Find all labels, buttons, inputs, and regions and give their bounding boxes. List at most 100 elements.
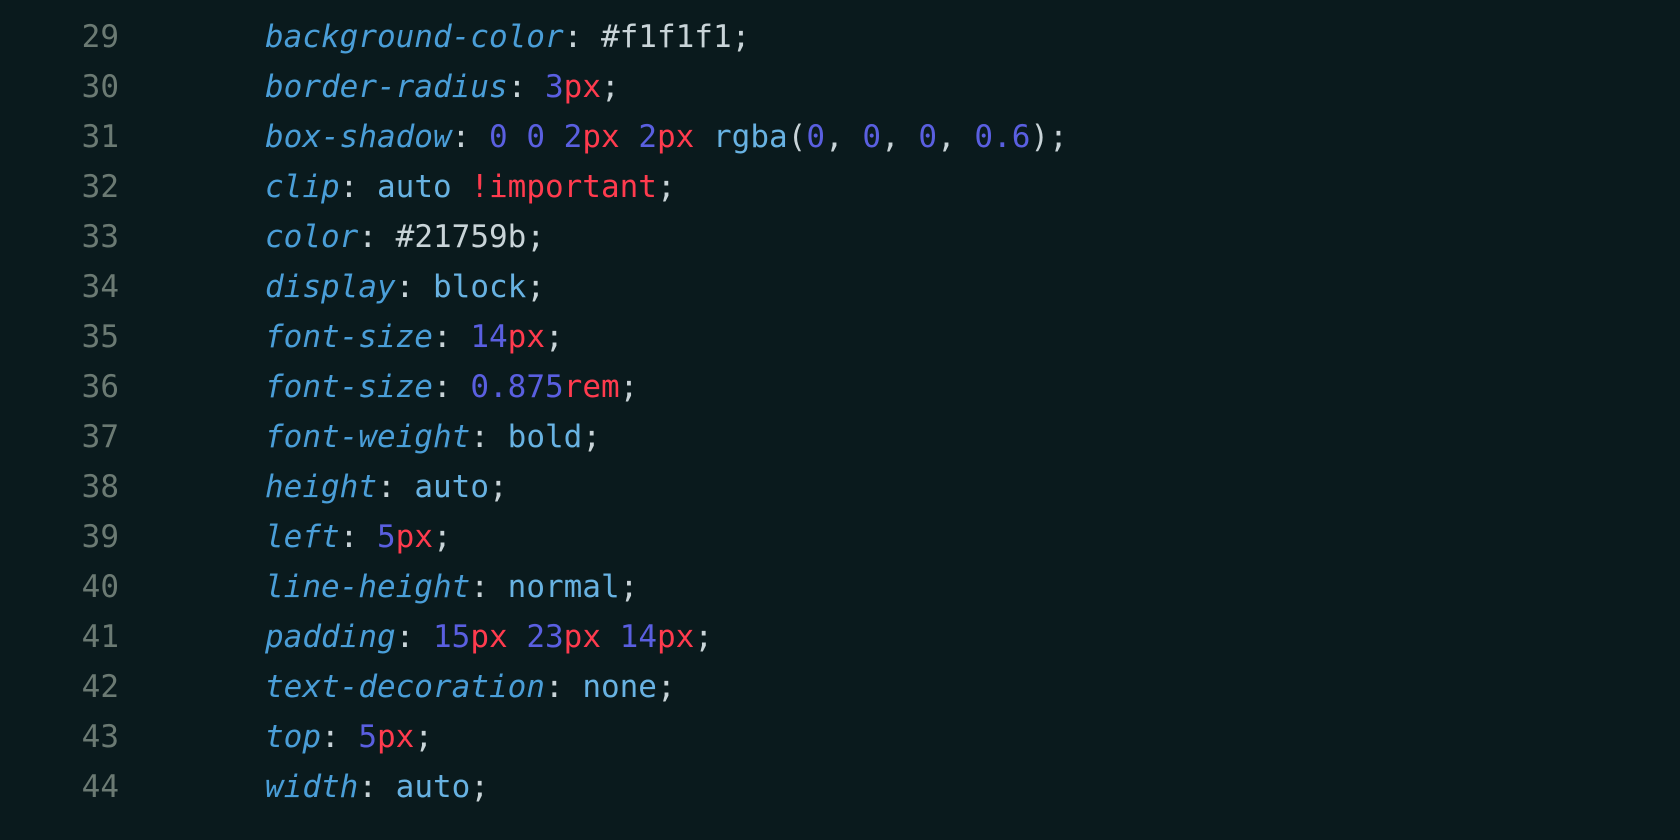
code-line[interactable]: 41padding: 15px 23px 14px; — [0, 612, 1680, 662]
token: ; — [1049, 119, 1068, 155]
line-number: 35 — [0, 312, 145, 362]
indent — [145, 312, 265, 362]
token: 2 — [564, 119, 583, 155]
code-line[interactable]: 32 clip: auto !important; — [0, 162, 1680, 212]
token: : — [396, 619, 415, 655]
code-line[interactable]: 40line-height: normal; — [0, 562, 1680, 612]
token: px — [508, 319, 545, 355]
token: px — [582, 119, 619, 155]
code-content[interactable]: display: block; — [265, 262, 545, 312]
token — [508, 119, 527, 155]
token: font-size — [265, 369, 433, 405]
code-content[interactable]: background-color: #f1f1f1; — [265, 12, 750, 62]
token: 0 — [526, 119, 545, 155]
code-content[interactable]: padding: 15px 23px 14px; — [265, 612, 713, 662]
line-number: 37 — [0, 412, 145, 462]
token: display — [265, 269, 396, 305]
code-content[interactable]: clip: auto !important; — [265, 162, 676, 212]
token: ; — [620, 369, 639, 405]
token: block — [433, 269, 526, 305]
token: border-radius — [265, 69, 508, 105]
token: ; — [414, 719, 433, 755]
code-content[interactable]: box-shadow: 0 0 2px 2px rgba(0, 0, 0, 0.… — [265, 112, 1068, 162]
token: ( — [788, 119, 807, 155]
token: : — [340, 519, 359, 555]
token: background-color — [265, 19, 564, 55]
token: auto — [377, 169, 452, 205]
token — [377, 769, 396, 805]
token: ; — [620, 569, 639, 605]
token: 0.6 — [974, 119, 1030, 155]
line-number: 42 — [0, 662, 145, 712]
token — [545, 119, 564, 155]
token: 0 — [918, 119, 937, 155]
code-content[interactable]: top: 5px; — [265, 712, 433, 762]
token: px — [657, 619, 694, 655]
token — [694, 119, 713, 155]
code-line[interactable]: 38height: auto; — [0, 462, 1680, 512]
code-content[interactable]: font-size: 0.875rem; — [265, 362, 638, 412]
code-line[interactable]: 31 box-shadow: 0 0 2px 2px rgba(0, 0, 0, … — [0, 112, 1680, 162]
code-line[interactable]: 37 font-weight: bold; — [0, 412, 1680, 462]
token: line-height — [265, 569, 470, 605]
code-content[interactable]: width: auto; — [265, 762, 489, 812]
token: : — [340, 169, 359, 205]
code-line[interactable]: 30border-radius: 3px; — [0, 62, 1680, 112]
token: : — [377, 469, 396, 505]
code-line[interactable]: 34 display: block; — [0, 262, 1680, 312]
code-content[interactable]: text-decoration: none; — [265, 662, 676, 712]
token — [377, 219, 396, 255]
line-number: 39 — [0, 512, 145, 562]
token: ; — [433, 519, 452, 555]
token: : — [358, 219, 377, 255]
code-content[interactable]: border-radius: 3px; — [265, 62, 620, 112]
indent — [145, 512, 265, 562]
token — [620, 119, 639, 155]
token: #21759b — [396, 219, 527, 255]
code-line[interactable]: 42 text-decoration: none; — [0, 662, 1680, 712]
indent — [145, 662, 265, 712]
token: ; — [694, 619, 713, 655]
code-line[interactable]: 39 left: 5px; — [0, 512, 1680, 562]
code-line[interactable]: 44width: auto; — [0, 762, 1680, 812]
token: px — [564, 619, 601, 655]
code-content[interactable]: height: auto; — [265, 462, 508, 512]
code-line[interactable]: 36font-size: 0.875rem; — [0, 362, 1680, 412]
token: : — [452, 119, 471, 155]
line-number: 33 — [0, 212, 145, 262]
token: 14 — [470, 319, 507, 355]
code-editor[interactable]: 29background-color: #f1f1f1;30border-rad… — [0, 12, 1680, 812]
code-content[interactable]: line-height: normal; — [265, 562, 638, 612]
token — [582, 19, 601, 55]
line-number: 32 — [0, 162, 145, 212]
code-content[interactable]: font-size: 14px; — [265, 312, 564, 362]
token: 0 — [489, 119, 508, 155]
token: 14 — [620, 619, 657, 655]
token — [340, 719, 359, 755]
token: , — [937, 119, 956, 155]
token: : — [470, 569, 489, 605]
token — [489, 569, 508, 605]
code-line[interactable]: 29background-color: #f1f1f1; — [0, 12, 1680, 62]
token: normal — [508, 569, 620, 605]
code-line[interactable]: 35 font-size: 14px; — [0, 312, 1680, 362]
indent — [145, 612, 265, 662]
code-content[interactable]: left: 5px; — [265, 512, 452, 562]
token: padding — [265, 619, 396, 655]
code-content[interactable]: color: #21759b; — [265, 212, 545, 262]
code-line[interactable]: 33 color: #21759b; — [0, 212, 1680, 262]
line-number: 34 — [0, 262, 145, 312]
token: ; — [601, 69, 620, 105]
indent — [145, 462, 265, 512]
token: color — [265, 219, 358, 255]
token: : — [433, 319, 452, 355]
token — [526, 69, 545, 105]
token: ; — [582, 419, 601, 455]
indent — [145, 562, 265, 612]
line-number: 31 — [0, 112, 145, 162]
token: rem — [564, 369, 620, 405]
indent — [145, 412, 265, 462]
code-content[interactable]: font-weight: bold; — [265, 412, 601, 462]
code-line[interactable]: 43top: 5px; — [0, 712, 1680, 762]
token: ; — [526, 219, 545, 255]
